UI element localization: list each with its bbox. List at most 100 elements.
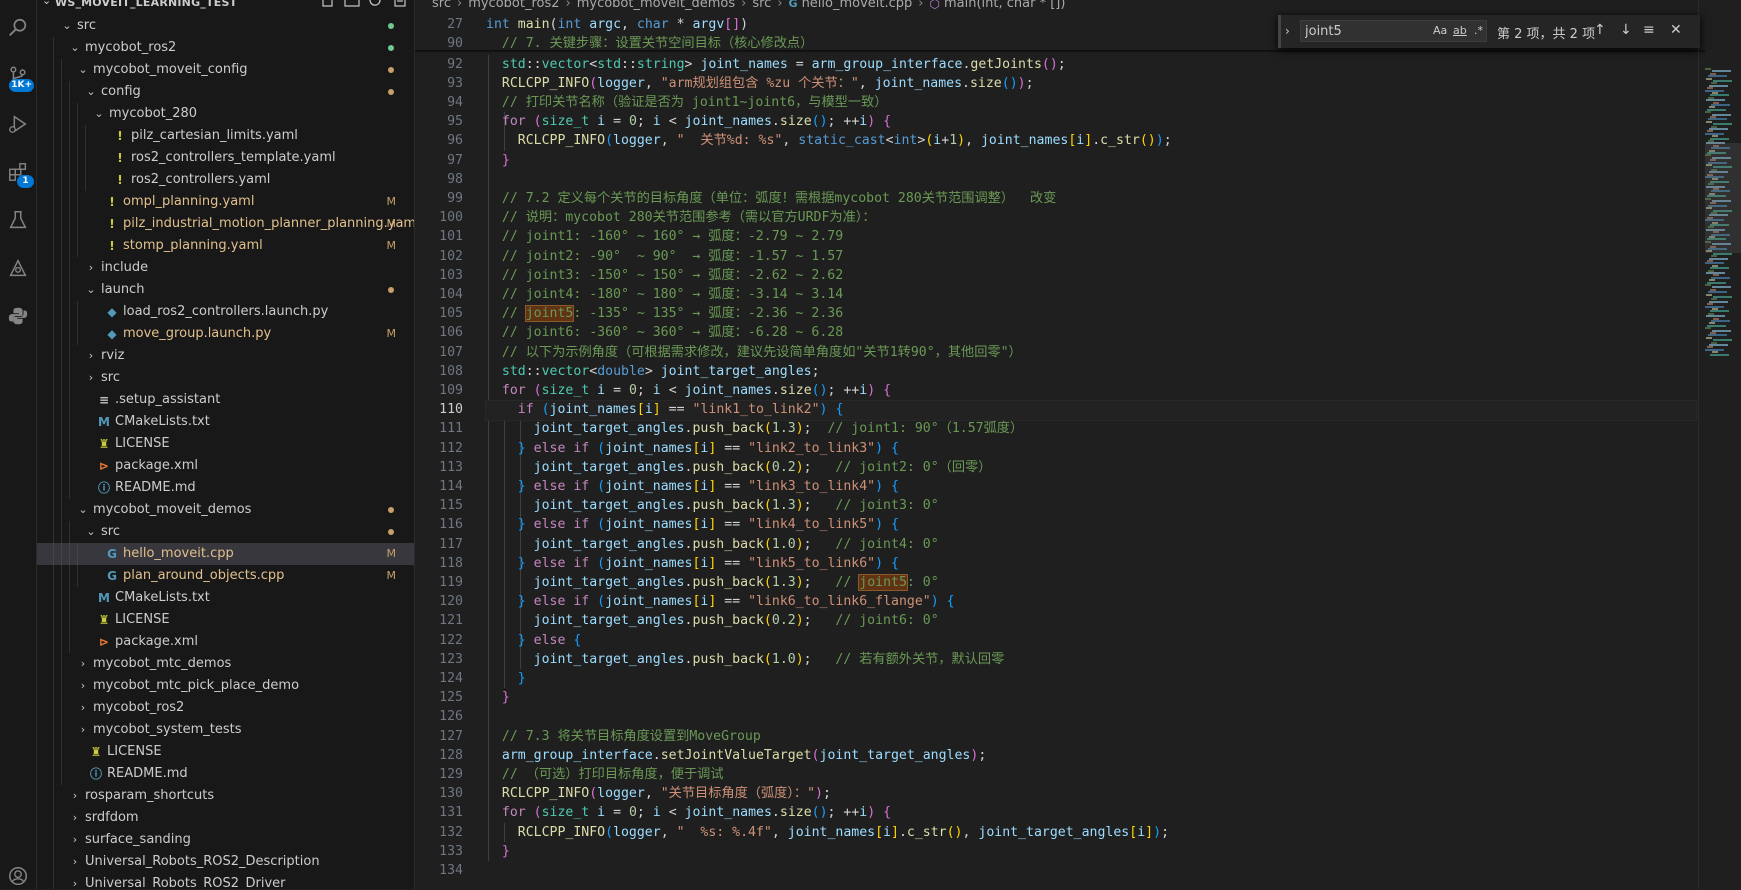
code-line[interactable]: 116 } else if (joint_names[i] == "link4_… <box>415 515 1705 534</box>
search-icon[interactable] <box>4 14 32 42</box>
tree-item[interactable]: ⌄ mycobot_ros2 <box>37 37 414 59</box>
code-line[interactable]: 134 <box>415 861 1705 880</box>
tree-item[interactable]: ⌄ config <box>37 81 414 103</box>
source-control-icon[interactable]: 1K+ <box>4 62 34 92</box>
tree-item[interactable]: › Universal_Robots_ROS2_Driver <box>37 873 414 889</box>
breadcrumb-item[interactable]: mycobot_ros2 <box>468 0 559 11</box>
chevron-right-icon[interactable]: › <box>1285 24 1290 38</box>
tree-item[interactable]: Gplan_around_objects.cpp M <box>37 565 414 587</box>
code-line[interactable]: 94 // 打印关节名称（验证是否为 joint1~joint6，与模型一致） <box>415 93 1705 112</box>
tree-item[interactable]: ! pilz_industrial_motion_planner_planning… <box>37 213 414 235</box>
tree-item[interactable]: ⌄ mycobot_280 <box>37 103 414 125</box>
tree-item[interactable]: ⌄ mycobot_moveit_demos <box>37 499 414 521</box>
code-line[interactable]: 133 } <box>415 842 1705 861</box>
code-line[interactable]: 95 for (size_t i = 0; i < joint_names.si… <box>415 112 1705 131</box>
tree-item[interactable]: › include <box>37 257 414 279</box>
tree-item[interactable]: ◆ load_ros2_controllers.launch.py <box>37 301 414 323</box>
tree-item[interactable]: › srdfdom <box>37 807 414 829</box>
code-line[interactable]: 114 } else if (joint_names[i] == "link3_… <box>415 477 1705 496</box>
tree-item[interactable]: ⌄ launch <box>37 279 414 301</box>
ros-icon[interactable] <box>4 254 32 282</box>
code-line[interactable]: 121 joint_target_angles.push_back(0.2); … <box>415 611 1705 630</box>
tree-item[interactable]: ⓘ README.md <box>37 763 414 785</box>
account-icon[interactable] <box>4 862 32 890</box>
code-line[interactable]: 129 // （可选）打印目标角度，便于调试 <box>415 765 1705 784</box>
code-line[interactable]: 127 // 7.3 将关节目标角度设置到MoveGroup <box>415 727 1705 746</box>
code-line[interactable]: 112 } else if (joint_names[i] == "link2_… <box>415 439 1705 458</box>
code-line[interactable]: 109 for (size_t i = 0; i < joint_names.s… <box>415 381 1705 400</box>
code-line[interactable]: 107 // 以下为示例角度（可根据需求修改，建议先设简单角度如"关节1转90°… <box>415 343 1705 362</box>
tree-item[interactable]: ⊳ package.xml <box>37 455 414 477</box>
tree-item[interactable]: ♜ LICENSE <box>37 433 414 455</box>
python-icon[interactable] <box>4 302 32 330</box>
code-line[interactable]: 97 } <box>415 151 1705 170</box>
tree-item[interactable]: › mycobot_ros2 <box>37 697 414 719</box>
tree-item[interactable]: M CMakeLists.txt <box>37 411 414 433</box>
code-line[interactable]: 113 joint_target_angles.push_back(0.2); … <box>415 458 1705 477</box>
minimap-viewport[interactable] <box>1705 143 1741 253</box>
breadcrumb-item[interactable]: mycobot_moveit_demos <box>577 0 735 11</box>
tree-item[interactable]: › rviz <box>37 345 414 367</box>
minimap[interactable] <box>1705 48 1741 889</box>
code-line[interactable]: 104 // joint4: -180° ~ 180° → 弧度：-3.14 ~… <box>415 285 1705 304</box>
tree-item[interactable]: ♜ LICENSE <box>37 609 414 631</box>
code-line[interactable]: 102 // joint2: -90° ~ 90° → 弧度：-1.57 ~ 1… <box>415 247 1705 266</box>
code-line[interactable]: 130 RCLCPP_INFO(logger, "关节目标角度（弧度）："); <box>415 784 1705 803</box>
run-debug-icon[interactable] <box>4 110 32 138</box>
horizontal-scrollbar[interactable] <box>415 879 1705 889</box>
code-editor[interactable]: src › mycobot_ros2 › mycobot_moveit_demos ›… <box>415 0 1741 889</box>
code-line[interactable]: 122 } else { <box>415 631 1705 650</box>
code-line[interactable]: 123 joint_target_angles.push_back(1.0); … <box>415 650 1705 669</box>
tree-item[interactable]: ⊳ package.xml <box>37 631 414 653</box>
tree-item[interactable]: ! stomp_planning.yaml M <box>37 235 414 257</box>
tree-item[interactable]: ◆ move_group.launch.py M <box>37 323 414 345</box>
tree-item[interactable]: ⌄ src <box>37 521 414 543</box>
code-line[interactable]: 115 joint_target_angles.push_back(1.3); … <box>415 496 1705 515</box>
breadcrumb-item[interactable]: src <box>432 0 451 11</box>
tree-item[interactable]: ! ros2_controllers.yaml <box>37 169 414 191</box>
match-whole-word-toggle[interactable]: ab <box>1453 24 1467 37</box>
code-line[interactable]: 96 RCLCPP_INFO(logger, " 关节%d: %s", stat… <box>415 131 1705 150</box>
code-line[interactable]: 92 std::vector<std::string> joint_names … <box>415 55 1705 74</box>
code-line[interactable]: 98 <box>415 170 1705 189</box>
code-line[interactable]: 126 <box>415 707 1705 726</box>
tree-item[interactable]: ⓘ README.md <box>37 477 414 499</box>
code-line[interactable]: 131 for (size_t i = 0; i < joint_names.s… <box>415 803 1705 822</box>
refresh-icon[interactable] <box>368 0 384 7</box>
collapse-all-icon[interactable] <box>392 0 408 7</box>
tree-item[interactable]: Ghello_moveit.cpp M <box>37 543 414 565</box>
arrow-down-icon[interactable]: ↓ <box>1620 22 1632 38</box>
code-line[interactable]: 125 } <box>415 688 1705 707</box>
new-file-icon[interactable] <box>320 0 336 7</box>
tree-item[interactable]: ! ompl_planning.yaml M <box>37 191 414 213</box>
tree-item[interactable]: ≡ .setup_assistant <box>37 389 414 411</box>
code-line[interactable]: 124 } <box>415 669 1705 688</box>
code-line[interactable]: 119 joint_target_angles.push_back(1.3); … <box>415 573 1705 592</box>
code-line[interactable]: 101 // joint1: -160° ~ 160° → 弧度：-2.79 ~… <box>415 227 1705 246</box>
code-line[interactable]: 108 std::vector<double> joint_target_ang… <box>415 362 1705 381</box>
code-line[interactable]: 100 // 说明：mycobot 280关节范围参考（需以官方URDF为准）： <box>415 208 1705 227</box>
code-line[interactable]: 103 // joint3: -150° ~ 150° → 弧度：-2.62 ~… <box>415 266 1705 285</box>
breadcrumb-item[interactable]: src <box>752 0 771 11</box>
code-line[interactable]: 99 // 7.2 定义每个关节的目标角度（单位：弧度！需根据mycobot 2… <box>415 189 1705 208</box>
tree-item[interactable]: M CMakeLists.txt <box>37 587 414 609</box>
testing-icon[interactable] <box>4 206 32 234</box>
breadcrumb-item[interactable]: main(int, char * []) <box>944 0 1065 11</box>
code-line[interactable]: 110 if (joint_names[i] == "link1_to_link… <box>415 400 1705 419</box>
regex-toggle[interactable]: .* <box>1474 24 1483 37</box>
tree-item[interactable]: ! ros2_controllers_template.yaml <box>37 147 414 169</box>
extensions-icon[interactable]: 1 <box>4 158 34 188</box>
tree-item[interactable]: ⌄ src <box>37 15 414 37</box>
close-icon[interactable]: ✕ <box>1670 22 1682 38</box>
tree-item[interactable]: ! pilz_cartesian_limits.yaml <box>37 125 414 147</box>
new-folder-icon[interactable] <box>344 0 360 7</box>
tree-item[interactable]: › mycobot_mtc_demos <box>37 653 414 675</box>
tree-item[interactable]: › Universal_Robots_ROS2_Description <box>37 851 414 873</box>
arrow-up-icon[interactable]: ↑ <box>1594 22 1606 38</box>
match-case-toggle[interactable]: Aa <box>1433 24 1447 37</box>
breadcrumb-item[interactable]: hello_moveit.cpp <box>802 0 913 11</box>
tree-item[interactable]: › mycobot_mtc_pick_place_demo <box>37 675 414 697</box>
tree-item[interactable]: ♜ LICENSE <box>37 741 414 763</box>
explorer-header[interactable]: ⌄ WS_MOVEIT_LEARNING_TEST <box>37 0 414 11</box>
code-line[interactable]: 93 RCLCPP_INFO(logger, "arm规划组包含 %zu 个关节… <box>415 74 1705 93</box>
